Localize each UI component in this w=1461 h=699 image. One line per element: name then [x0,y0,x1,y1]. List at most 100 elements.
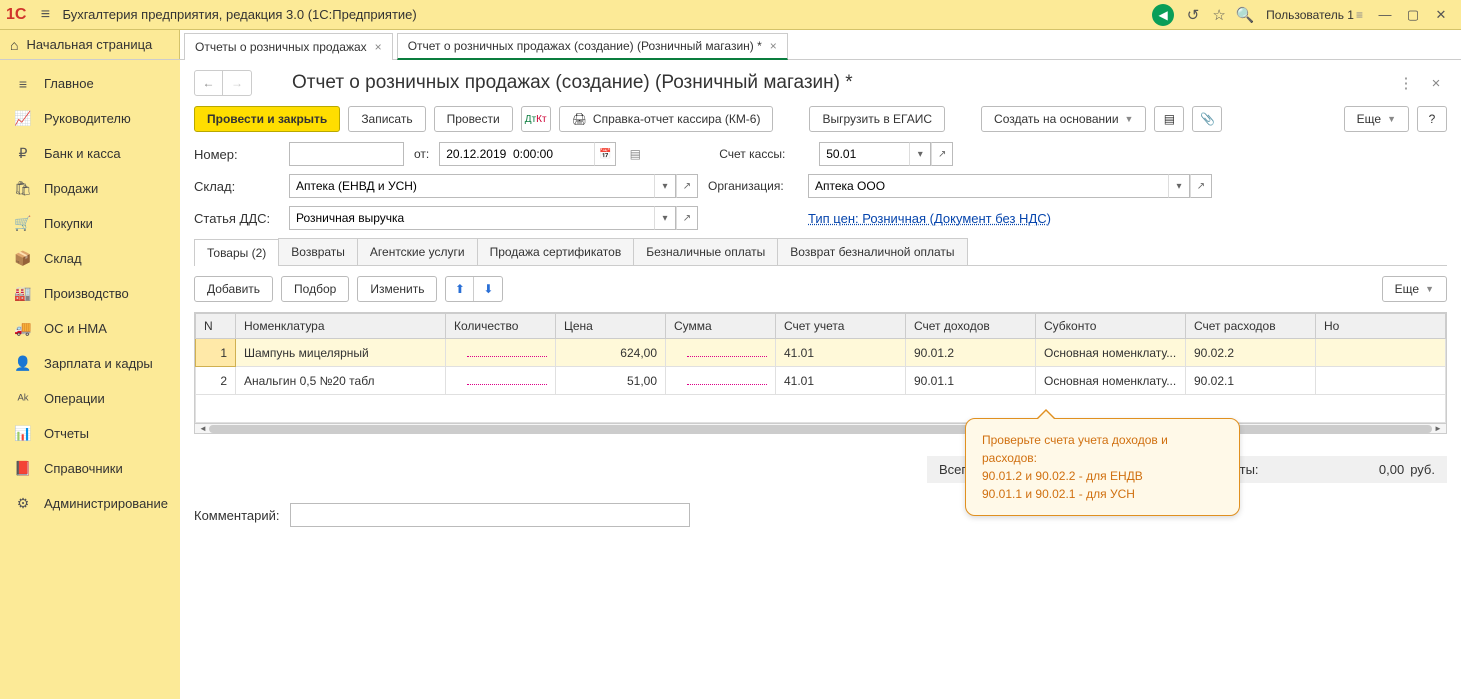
sidebar-item-purchases[interactable]: 🛒Покупки [0,206,180,241]
structure-button[interactable]: ▤ [1154,106,1184,132]
cell-qty[interactable] [446,339,556,367]
cell-qty[interactable] [446,367,556,395]
tab-noncash[interactable]: Безналичные оплаты [633,238,778,265]
cell-price[interactable]: 624,00 [556,339,666,367]
move-up-button[interactable]: ⬆ [446,277,474,301]
open-ref-icon[interactable]: ↗ [676,174,698,198]
doc-tab-reports[interactable]: Отчеты о розничных продажах × [184,33,393,60]
notification-icon[interactable]: ◀ [1152,4,1174,26]
post-button[interactable]: Провести [434,106,513,132]
grid-more-button[interactable]: Еще▼ [1382,276,1447,302]
close-window-button[interactable]: ✕ [1427,4,1455,26]
scroll-right-icon[interactable]: ► [1432,424,1444,433]
pick-button[interactable]: Подбор [281,276,349,302]
col-nomenclature[interactable]: Номенклатура [236,314,446,339]
sklad-input[interactable] [289,174,654,198]
grid-row[interactable]: 1 Шампунь мицелярный 624,00 41.01 90.01.… [196,339,1446,367]
horizontal-scrollbar[interactable]: ◄ ► [195,423,1446,433]
home-tab[interactable]: ⌂ Начальная страница [0,30,180,59]
sidebar-item-manager[interactable]: 📈Руководителю [0,101,180,136]
col-qty[interactable]: Количество [446,314,556,339]
cell-extra[interactable] [1316,339,1446,367]
kassa-input[interactable] [819,142,909,166]
tab-certificates[interactable]: Продажа сертификатов [477,238,635,265]
open-ref-icon[interactable]: ↗ [931,142,953,166]
cell-extra[interactable] [1316,367,1446,395]
edit-button[interactable]: Изменить [357,276,437,302]
form-icon[interactable]: ▤ [626,147,644,161]
cell-sum[interactable] [666,367,776,395]
col-price[interactable]: Цена [556,314,666,339]
sidebar-item-assets[interactable]: 🚚ОС и НМА [0,311,180,346]
create-based-button[interactable]: Создать на основании▼ [981,106,1146,132]
dtkt-button[interactable]: ДтКт [521,106,551,132]
dropdown-icon[interactable]: ▾ [909,142,931,166]
sidebar-item-operations[interactable]: ᴬᵏОперации [0,381,180,416]
cell-nomenclature[interactable]: Анальгин 0,5 №20 табл [236,367,446,395]
km6-report-button[interactable]: 🖨Справка-отчет кассира (КМ-6) [559,106,774,132]
tab-goods[interactable]: Товары (2) [194,239,279,266]
open-ref-icon[interactable]: ↗ [1190,174,1212,198]
sidebar-item-admin[interactable]: ⚙Администрирование [0,486,180,521]
sidebar-item-main[interactable]: ≡Главное [0,66,180,101]
col-income-account[interactable]: Счет доходов [906,314,1036,339]
cell-sum[interactable] [666,339,776,367]
cell-income-account[interactable]: 90.01.1 [906,367,1036,395]
sidebar-item-warehouse[interactable]: 📦Склад [0,241,180,276]
add-row-button[interactable]: Добавить [194,276,273,302]
help-button[interactable]: ? [1417,106,1447,132]
cell-subconto[interactable]: Основная номенклату... [1036,339,1186,367]
close-tab-icon[interactable]: × [375,40,382,54]
sidebar-item-reports[interactable]: 📊Отчеты [0,416,180,451]
history-icon[interactable]: ↺ [1180,2,1206,28]
date-input[interactable] [439,142,594,166]
col-sum[interactable]: Сумма [666,314,776,339]
grid-row[interactable]: 2 Анальгин 0,5 №20 табл 51,00 41.01 90.0… [196,367,1446,395]
favorite-icon[interactable]: ☆ [1206,2,1232,28]
open-ref-icon[interactable]: ↗ [676,206,698,230]
price-type-link[interactable]: Тип цен: Розничная (Документ без НДС) [808,211,1051,226]
maximize-button[interactable]: ▢ [1399,4,1427,26]
cell-n[interactable]: 2 [196,367,236,395]
close-document-icon[interactable]: × [1425,72,1447,94]
cell-nomenclature[interactable]: Шампунь мицелярный [236,339,446,367]
dropdown-icon[interactable]: ▾ [1168,174,1190,198]
cell-expense-account[interactable]: 90.02.1 [1186,367,1316,395]
number-input[interactable] [289,142,404,166]
col-extra[interactable]: Но [1316,314,1446,339]
dropdown-icon[interactable]: ▾ [654,174,676,198]
cell-income-account[interactable]: 90.01.2 [906,339,1036,367]
user-menu[interactable]: Пользователь 1≡ [1266,8,1363,22]
more-button[interactable]: Еще▼ [1344,106,1409,132]
dds-input[interactable] [289,206,654,230]
main-menu-icon[interactable]: ≡ [34,4,56,26]
cell-n[interactable]: 1 [196,339,236,367]
scroll-left-icon[interactable]: ◄ [197,424,209,433]
kebab-menu-icon[interactable]: ⋮ [1395,72,1417,94]
save-button[interactable]: Записать [348,106,425,132]
scrollbar-thumb[interactable] [209,425,1432,433]
cell-price[interactable]: 51,00 [556,367,666,395]
cell-expense-account[interactable]: 90.02.2 [1186,339,1316,367]
col-account[interactable]: Счет учета [776,314,906,339]
tab-noncash-return[interactable]: Возврат безналичной оплаты [777,238,967,265]
post-and-close-button[interactable]: Провести и закрыть [194,106,340,132]
sidebar-item-production[interactable]: 🏭Производство [0,276,180,311]
cell-account[interactable]: 41.01 [776,339,906,367]
tab-agent[interactable]: Агентские услуги [357,238,478,265]
cell-account[interactable]: 41.01 [776,367,906,395]
search-icon[interactable]: 🔍 [1232,2,1258,28]
move-down-button[interactable]: ⬇ [474,277,502,301]
col-expense-account[interactable]: Счет расходов [1186,314,1316,339]
cell-subconto[interactable]: Основная номенклату... [1036,367,1186,395]
close-tab-icon[interactable]: × [770,39,777,53]
calendar-icon[interactable]: 📅 [594,142,616,166]
sidebar-item-bank[interactable]: ₽Банк и касса [0,136,180,171]
minimize-button[interactable]: — [1371,4,1399,26]
comment-input[interactable] [290,503,690,527]
nav-back-button[interactable]: ← [195,71,223,95]
tab-returns[interactable]: Возвраты [278,238,358,265]
org-input[interactable] [808,174,1168,198]
egais-button[interactable]: Выгрузить в ЕГАИС [809,106,945,132]
doc-tab-current[interactable]: Отчет о розничных продажах (создание) (Р… [397,33,788,60]
